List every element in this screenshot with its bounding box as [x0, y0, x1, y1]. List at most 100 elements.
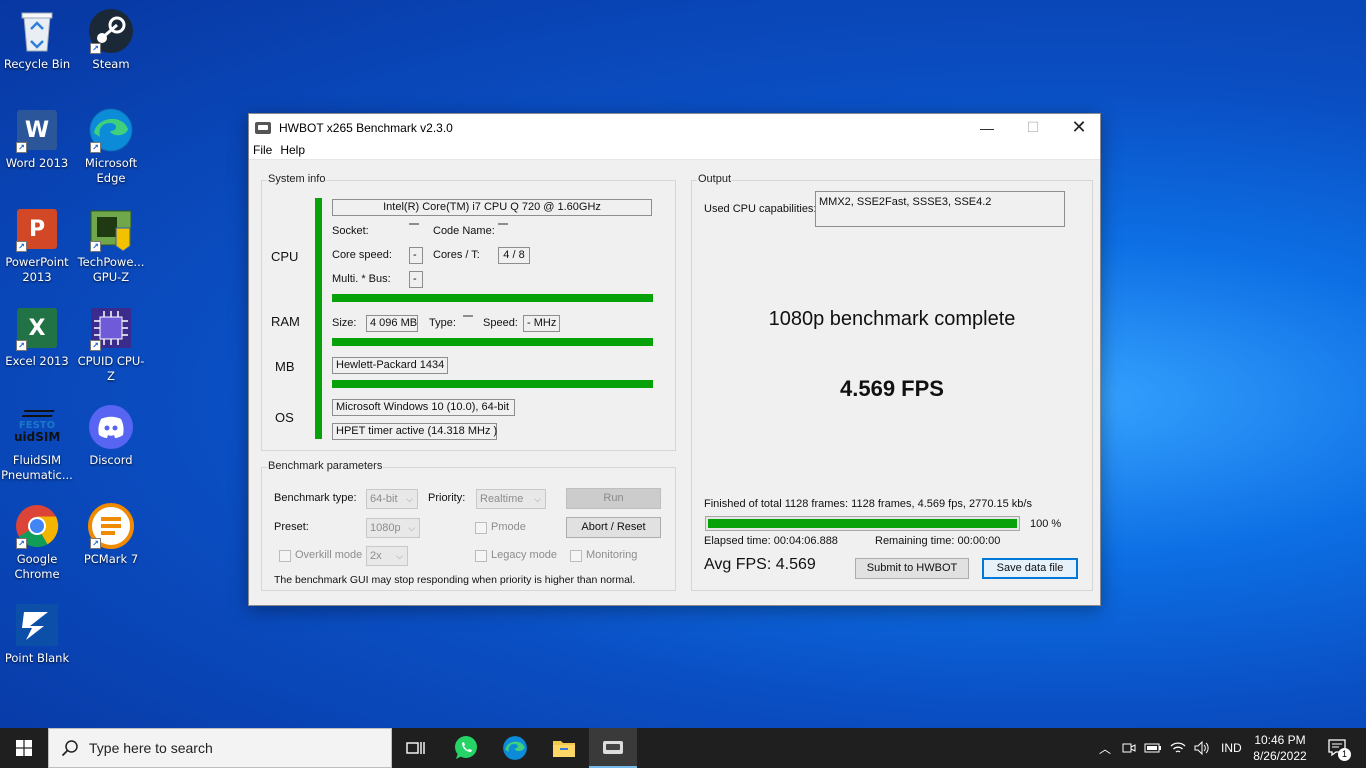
close-button[interactable]: ✕ — [1056, 114, 1102, 141]
desktop-icon-recycle-bin[interactable]: Recycle Bin — [0, 8, 74, 72]
progress-percent: 100 % — [1030, 518, 1062, 530]
legacy-mode-checkbox[interactable] — [475, 550, 487, 562]
code-name-label: Code Name: — [433, 225, 495, 237]
os-label: OS — [275, 410, 294, 425]
desktop-icon-label: PowerPoint 2013 — [5, 255, 69, 284]
timer-value: HPET timer active (14.318 MHz ) — [332, 423, 497, 440]
desktop-icon-discord[interactable]: Discord — [74, 404, 148, 468]
windows-logo-icon — [16, 740, 32, 756]
output-title: Output — [697, 173, 733, 185]
system-info-title: System info — [267, 173, 327, 185]
fluidsim-logo-text: uidSIM — [14, 430, 61, 444]
overkill-mode-label: Overkill mode — [295, 549, 363, 561]
minimize-button[interactable]: — — [964, 114, 1010, 141]
maximize-icon: ☐ — [1026, 119, 1040, 135]
os-value: Microsoft Windows 10 (10.0), 64-bit — [332, 399, 515, 416]
desktop-icon-google-chrome[interactable]: ↗ Google Chrome — [0, 503, 74, 582]
cores-label: Cores / T: — [433, 249, 480, 261]
taskbar-hwbot-active[interactable] — [589, 728, 637, 768]
desktop-icon-label: FluidSIM Pneumatic... — [1, 453, 73, 482]
battery-icon[interactable] — [1144, 742, 1162, 754]
run-button[interactable]: Run — [566, 488, 661, 509]
desktop-icon-label: PCMark 7 — [83, 552, 139, 566]
overkill-mode-checkbox[interactable] — [279, 550, 291, 562]
system-tray: ︿ IND — [1096, 728, 1242, 768]
taskbar-search-box[interactable]: Type here to search — [48, 728, 392, 768]
desktop-icon-fluidsim[interactable]: FESTO uidSIM FluidSIM Pneumatic... — [0, 404, 74, 483]
pmode-checkbox[interactable] — [475, 522, 487, 534]
meet-now-icon[interactable] — [1122, 741, 1136, 755]
core-speed-label: Core speed: — [332, 249, 392, 261]
submit-to-hwbot-button[interactable]: Submit to HWBOT — [855, 558, 969, 579]
finished-frames-text: Finished of total 1128 frames: 1128 fram… — [704, 498, 1032, 510]
maximize-button[interactable]: ☐ — [1010, 114, 1056, 141]
notification-count-badge: 1 — [1338, 748, 1351, 761]
chevron-down-icon: ⌵ — [406, 494, 413, 504]
shortcut-arrow-icon: ↗ — [16, 241, 27, 252]
ram-size-value: 4 096 MB — [366, 315, 418, 332]
priority-select[interactable]: Realtime ⌵ — [476, 489, 546, 509]
multi-bus-label: Multi. * Bus: — [332, 273, 391, 285]
benchmark-fps: 4.569 FPS — [840, 376, 944, 401]
notification-center-button[interactable]: 1 — [1318, 728, 1358, 768]
desktop-icon-pcmark-7[interactable]: ↗ PCMark 7 — [74, 503, 148, 567]
desktop-icon-label: Excel 2013 — [5, 354, 69, 368]
ram-type-value — [463, 315, 473, 317]
shortcut-arrow-icon: ↗ — [90, 43, 101, 54]
edge-icon — [503, 736, 527, 760]
input-language-indicator[interactable]: IND — [1221, 741, 1242, 755]
desktop-icon-gpu-z[interactable]: ↗ TechPowe... GPU-Z — [74, 206, 148, 285]
cores-value: 4 / 8 — [498, 247, 530, 264]
start-button[interactable] — [0, 728, 48, 768]
desktop-icon-excel-2013[interactable]: X ↗ Excel 2013 — [0, 305, 74, 369]
shortcut-arrow-icon: ↗ — [90, 142, 101, 153]
discord-icon — [88, 404, 134, 450]
desktop-icon-label: CPUID CPU-Z — [77, 354, 145, 383]
preset-select[interactable]: 1080p ⌵ — [366, 518, 420, 538]
taskbar-edge[interactable] — [491, 728, 539, 768]
wifi-icon[interactable] — [1170, 741, 1186, 755]
show-hidden-icons-chevron-icon[interactable]: ︿ — [1096, 740, 1114, 757]
close-icon: ✕ — [1071, 117, 1087, 137]
benchmark-type-select[interactable]: 64-bit ⌵ — [366, 489, 418, 509]
clock[interactable]: 10:46 PM 8/26/2022 — [1252, 728, 1308, 768]
menu-help[interactable]: Help — [276, 143, 309, 157]
edge-icon: ↗ — [88, 107, 134, 153]
desktop-icon-microsoft-edge[interactable]: ↗ Microsoft Edge — [74, 107, 148, 186]
save-data-file-button[interactable]: Save data file — [982, 558, 1078, 579]
desktop-icon-point-blank[interactable]: Point Blank — [0, 602, 74, 666]
menu-file[interactable]: File — [249, 143, 276, 157]
progress-bar — [705, 516, 1020, 531]
benchmark-type-label: Benchmark type: — [274, 492, 357, 504]
folder-icon — [553, 741, 575, 757]
ram-speed-value: - MHz — [523, 315, 560, 332]
preset-value: 1080p — [370, 522, 401, 534]
ram-type-label: Type: — [429, 317, 456, 329]
priority-warning-note: The benchmark GUI may stop responding wh… — [274, 574, 636, 586]
taskbar-whatsapp[interactable] — [442, 728, 490, 768]
pcmark-icon: ↗ — [88, 503, 134, 549]
desktop-icon-steam[interactable]: ↗ Steam — [74, 8, 148, 72]
abort-reset-button[interactable]: Abort / Reset — [566, 517, 661, 538]
core-speed-value: - — [409, 247, 423, 264]
motherboard-value: Hewlett-Packard 1434 — [332, 357, 448, 374]
shortcut-arrow-icon: ↗ — [90, 340, 101, 351]
taskbar-file-explorer[interactable] — [540, 728, 588, 768]
task-view-button[interactable] — [392, 728, 440, 768]
volume-icon[interactable] — [1194, 741, 1210, 755]
desktop-icon-cpu-z[interactable]: ↗ CPUID CPU-Z — [74, 305, 148, 384]
monitoring-label: Monitoring — [586, 549, 638, 561]
overkill-multiplier-select[interactable]: 2x ⌵ — [366, 546, 408, 566]
ram-label: RAM — [271, 314, 300, 329]
powerpoint-icon: P ↗ — [14, 206, 60, 252]
title-bar[interactable]: HWBOT x265 Benchmark v2.3.0 — ☐ ✕ — [249, 114, 1100, 141]
search-placeholder: Type here to search — [89, 740, 213, 756]
monitoring-checkbox[interactable] — [570, 550, 582, 562]
benchmark-parameters-title: Benchmark parameters — [267, 460, 384, 472]
shortcut-arrow-icon: ↗ — [16, 142, 27, 153]
code-name-value — [498, 223, 508, 225]
desktop-icon-word-2013[interactable]: W ↗ Word 2013 — [0, 107, 74, 171]
avg-fps: Avg FPS: 4.569 — [704, 556, 816, 573]
priority-value: Realtime — [480, 493, 524, 505]
desktop-icon-powerpoint-2013[interactable]: P ↗ PowerPoint 2013 — [0, 206, 74, 285]
